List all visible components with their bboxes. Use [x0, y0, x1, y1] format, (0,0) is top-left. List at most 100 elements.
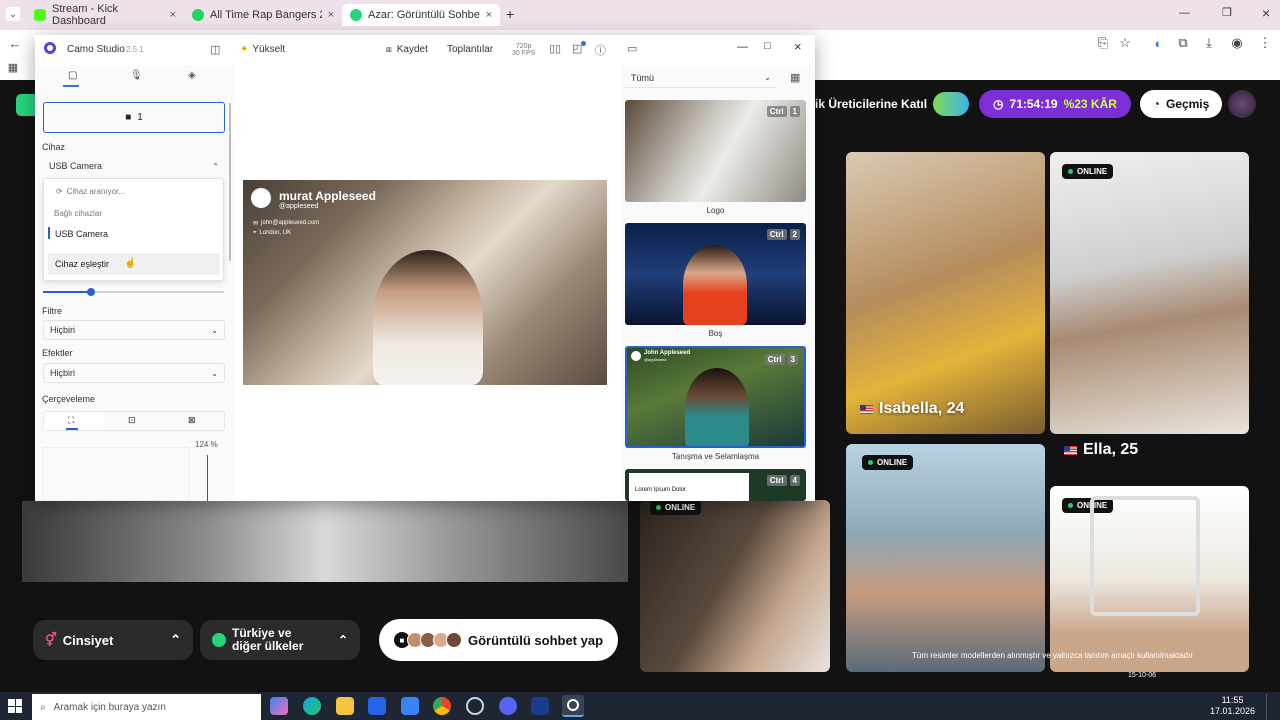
- camo-minimize-button[interactable]: —: [737, 41, 748, 53]
- region-button[interactable]: Türkiye ve diğer ülkeler ⌃: [200, 620, 360, 660]
- dropdown-section-label: Bağlı cihazlar: [54, 209, 103, 218]
- camo-maximize-button[interactable]: □: [764, 40, 771, 52]
- upgrade-button[interactable]: ✦ Yükselt: [240, 44, 285, 55]
- scenes-filter-select[interactable]: Tümü ⌄: [625, 68, 777, 88]
- tab-spotify[interactable]: All Time Rap Bangers 2010-2024 ×: [184, 4, 342, 26]
- copilot-icon[interactable]: [270, 697, 288, 715]
- email-icon: ✉: [253, 221, 259, 227]
- device-select[interactable]: USB Camera ⌃: [43, 156, 225, 176]
- close-tab-icon[interactable]: ×: [328, 9, 334, 21]
- start-video-chat-button[interactable]: ■ Görüntülü sohbet yap: [379, 619, 618, 661]
- overlay-email: ✉ john@appleseed.com: [253, 220, 320, 227]
- edge-icon[interactable]: [303, 697, 321, 715]
- tab-kick[interactable]: Stream - Kick Dashboard ×: [26, 3, 184, 27]
- close-window-button[interactable]: ×: [1262, 5, 1270, 21]
- creator-banner[interactable]: ik Üreticilerine Katıl: [815, 92, 975, 116]
- camera-tab-icon[interactable]: ▢: [68, 70, 77, 81]
- scene-thumbnail[interactable]: Ctrl 1: [625, 100, 806, 202]
- new-tab-button[interactable]: +: [506, 6, 514, 22]
- location-pin-icon: ⌖: [253, 230, 257, 236]
- online-badge: ONLINE: [650, 500, 702, 515]
- meetings-button[interactable]: Toplantılar: [447, 44, 493, 55]
- record-button[interactable]: ⧈ Kaydet: [386, 44, 428, 55]
- tab-azar[interactable]: Azar: Görüntülü Sohbet & V ×: [342, 4, 500, 26]
- obs-icon[interactable]: [466, 697, 484, 715]
- windows-start-icon[interactable]: [8, 699, 22, 713]
- clock-icon: ◷: [993, 97, 1004, 111]
- watermark-date: 15-10-06: [1128, 672, 1157, 679]
- sidebar-toggle-icon[interactable]: ◫: [210, 43, 220, 56]
- layers-tab-icon[interactable]: ◈: [188, 70, 196, 81]
- dropdown-item-usb-camera[interactable]: USB Camera: [55, 229, 108, 239]
- framing-auto-icon[interactable]: ⊡: [128, 415, 136, 426]
- show-desktop-button[interactable]: [1266, 694, 1276, 720]
- filter-select[interactable]: Hiçbiri ⌄: [43, 320, 225, 340]
- remote-desktop-icon[interactable]: [531, 697, 549, 715]
- help-icon[interactable]: ⓘ: [595, 42, 606, 58]
- profile-icon[interactable]: ◉: [1228, 34, 1246, 52]
- microphone-tab-icon[interactable]: 🎙︎: [130, 70, 143, 81]
- window-mode-icon[interactable]: ▭: [627, 42, 637, 55]
- scene-thumbnail[interactable]: Ctrl 2: [625, 223, 806, 325]
- profile-card[interactable]: ONLINE: [846, 444, 1045, 672]
- promo-timer-pill[interactable]: ◷ 71:54:19 %23 KÂR: [979, 90, 1131, 118]
- profile-card[interactable]: ONLINE: [1050, 486, 1249, 672]
- scene-thumbnail[interactable]: John Appleseed @appleseed Ctrl 3: [625, 346, 806, 448]
- camo-taskbar-icon[interactable]: [562, 695, 584, 717]
- browser-tab-bar: ⌄ Stream - Kick Dashboard × All Time Rap…: [0, 0, 1280, 30]
- online-badge: ONLINE: [862, 455, 914, 470]
- profile-card[interactable]: ONLINE: [640, 500, 830, 672]
- maximize-button[interactable]: ❐: [1222, 6, 1232, 19]
- pair-device-item[interactable]: Cihaz eşleştir ☝: [48, 253, 220, 275]
- camera-slot-selector[interactable]: ■ 1: [43, 102, 225, 133]
- notification-dot: [581, 41, 586, 46]
- zoom-slider-thumb[interactable]: [87, 288, 95, 296]
- layout-icon[interactable]: ▯▯: [549, 42, 561, 55]
- bookmark-star-icon[interactable]: ☆: [1116, 34, 1134, 52]
- resolution-indicator[interactable]: 720p 30 FPS: [512, 43, 535, 57]
- scene-thumbnail[interactable]: Lorem Ipsum Dolor Ctrl 4: [625, 469, 806, 501]
- sound-icon[interactable]: ◖: [1148, 34, 1166, 52]
- framing-manual-icon[interactable]: ⛶: [68, 415, 74, 426]
- effects-select[interactable]: Hiçbiri ⌄: [43, 363, 225, 383]
- scene-shortcut: Ctrl 2: [766, 229, 800, 240]
- taskbar-clock[interactable]: 11:55 17.01.2026: [1210, 695, 1255, 717]
- extensions-icon[interactable]: ⧉: [1174, 34, 1192, 52]
- overlay-handle: @appleseed: [279, 203, 319, 210]
- mail-icon[interactable]: [401, 697, 419, 715]
- disclaimer-text: Tüm resimler modellerden alınmıştır ve y…: [912, 651, 1193, 660]
- vertical-slider[interactable]: [207, 455, 208, 501]
- menu-dots-icon[interactable]: ⋮: [1256, 34, 1274, 52]
- close-tab-icon[interactable]: ×: [170, 9, 176, 21]
- apps-grid-icon[interactable]: ▦: [4, 58, 22, 76]
- azar-icon: [350, 9, 362, 21]
- camo-close-button[interactable]: ×: [794, 39, 802, 54]
- downloads-icon[interactable]: ⤓: [1200, 34, 1218, 52]
- close-tab-icon[interactable]: ×: [486, 9, 492, 21]
- user-avatar[interactable]: [1228, 90, 1256, 118]
- install-app-icon[interactable]: ⎘: [1094, 34, 1112, 52]
- grid-view-icon[interactable]: ▦: [790, 71, 800, 84]
- scene-label: Logo: [706, 206, 725, 215]
- panel-scrollbar[interactable]: [229, 103, 231, 261]
- file-explorer-icon[interactable]: [336, 697, 354, 715]
- gender-button[interactable]: ⚥ Cinsiyet ⌃: [33, 620, 193, 660]
- store-icon[interactable]: [368, 697, 386, 715]
- tab-search-icon[interactable]: ⌄: [6, 7, 20, 21]
- taskbar-search[interactable]: ⌕ Aramak için buraya yazın: [32, 694, 261, 720]
- camo-logo-icon: [44, 42, 56, 54]
- discord-icon[interactable]: [499, 697, 517, 715]
- video-camera-icon: ■: [125, 112, 132, 123]
- minimize-button[interactable]: —: [1179, 7, 1190, 19]
- chrome-icon[interactable]: [433, 697, 451, 715]
- profile-card[interactable]: Isabella, 24: [846, 152, 1045, 434]
- profile-card[interactable]: ONLINE Ella, 25: [1050, 152, 1249, 434]
- scene-label: Boş: [708, 329, 723, 338]
- back-arrow-icon[interactable]: ←: [6, 34, 24, 52]
- profile-name-ella: Ella, 25: [1050, 440, 1249, 460]
- history-icon: ◔: [1152, 97, 1160, 111]
- framing-person-icon[interactable]: ⊠: [188, 415, 196, 426]
- camo-studio-window: Camo Studio 2.5.1 ◫ ✦ Yükselt ⧈ Kaydet T…: [35, 35, 815, 501]
- history-button[interactable]: ◔ Geçmiş: [1140, 90, 1222, 118]
- spotify-icon: [192, 9, 204, 21]
